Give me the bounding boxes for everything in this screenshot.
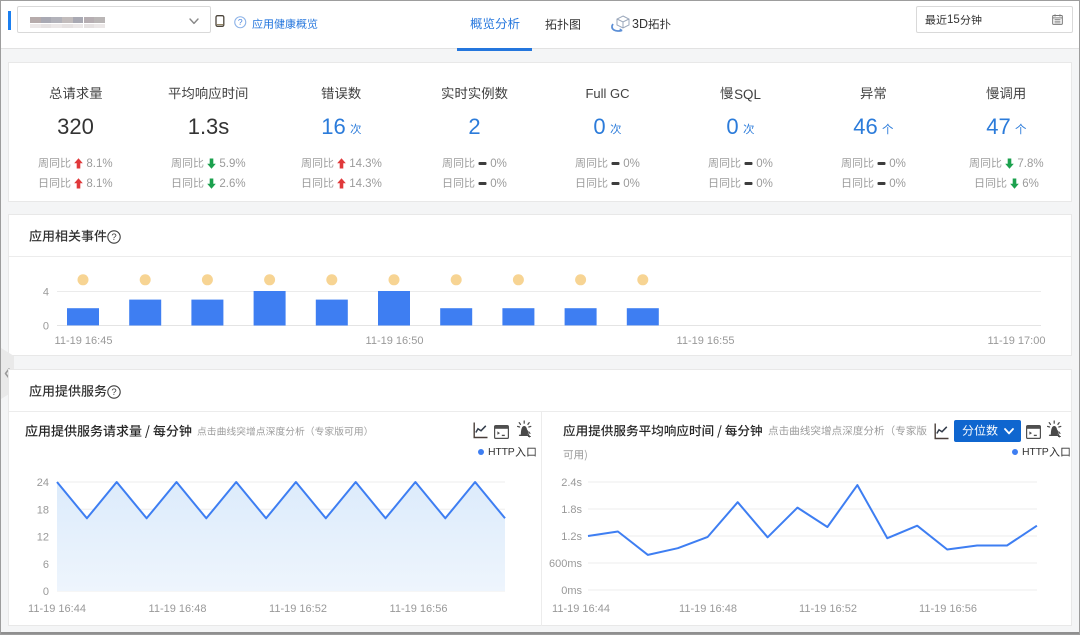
svg-text:11-19 16:44: 11-19 16:44 <box>552 603 610 615</box>
svg-text:0ms: 0ms <box>561 585 582 597</box>
svg-text:?: ? <box>111 387 116 398</box>
svg-text:6: 6 <box>43 559 49 571</box>
svg-text:11-19 17:00: 11-19 17:00 <box>988 335 1046 347</box>
svg-text:12: 12 <box>37 532 49 544</box>
svg-text:11-19 16:52: 11-19 16:52 <box>799 603 857 615</box>
svg-text:2.4s: 2.4s <box>561 477 582 489</box>
svg-text:11-19 16:50: 11-19 16:50 <box>366 335 424 347</box>
svg-text:4: 4 <box>43 287 49 299</box>
svg-text:0: 0 <box>43 321 49 333</box>
svg-text:1.8s: 1.8s <box>561 504 582 516</box>
svg-text:600ms: 600ms <box>549 558 583 570</box>
svg-text:1.2s: 1.2s <box>561 531 582 543</box>
svg-text:11-19 16:52: 11-19 16:52 <box>269 603 327 615</box>
svg-text:0: 0 <box>43 586 49 598</box>
svg-text:11-19 16:48: 11-19 16:48 <box>679 603 737 615</box>
svg-text:24: 24 <box>37 477 49 489</box>
svg-text:?: ? <box>238 17 243 27</box>
svg-text:11-19 16:45: 11-19 16:45 <box>55 335 113 347</box>
svg-text:11-19 16:56: 11-19 16:56 <box>919 603 977 615</box>
svg-text:11-19 16:56: 11-19 16:56 <box>390 603 448 615</box>
svg-text:?: ? <box>111 232 116 243</box>
svg-text:11-19 16:44: 11-19 16:44 <box>28 603 86 615</box>
svg-text:11-19 16:55: 11-19 16:55 <box>677 335 735 347</box>
svg-text:18: 18 <box>37 504 49 516</box>
svg-text:11-19 16:48: 11-19 16:48 <box>149 603 207 615</box>
